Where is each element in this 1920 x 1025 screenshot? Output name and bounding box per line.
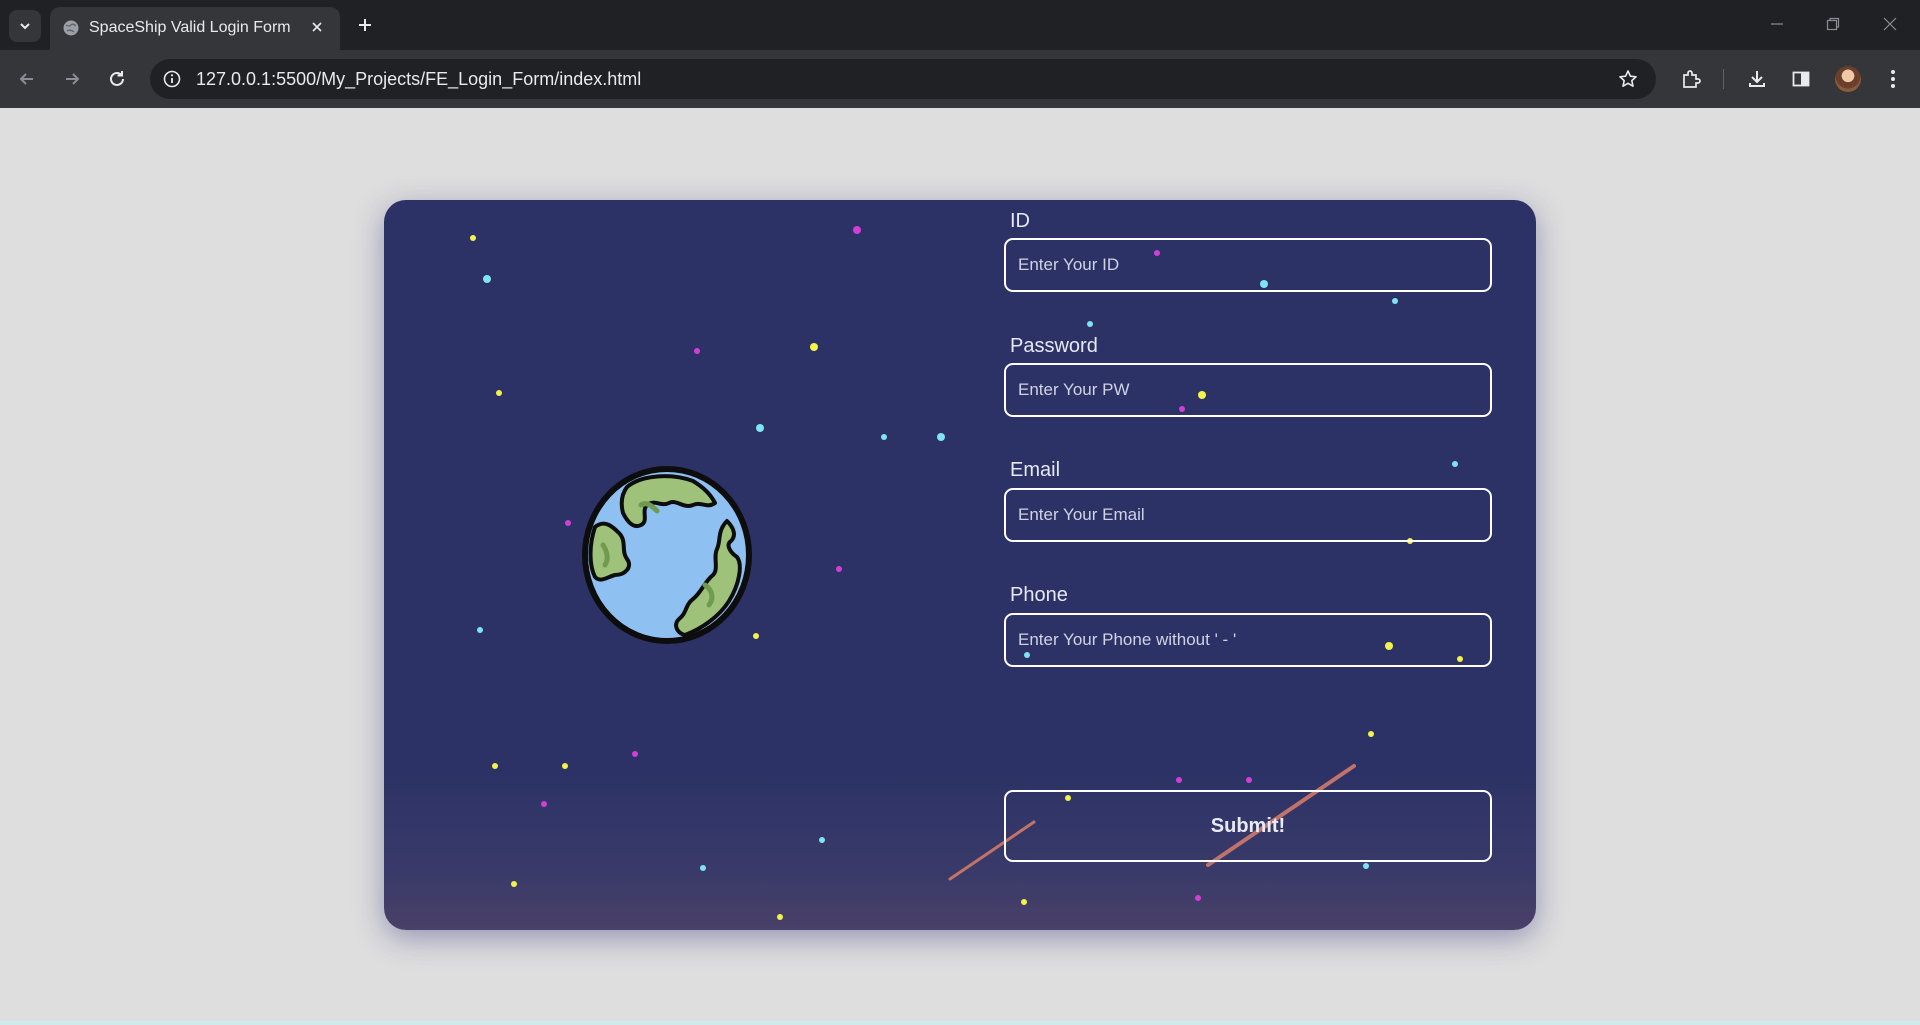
id-input[interactable] bbox=[1004, 238, 1492, 292]
star-dot bbox=[1363, 863, 1369, 869]
id-label: ID bbox=[1010, 210, 1030, 232]
star-dot bbox=[1392, 298, 1398, 304]
star-dot bbox=[756, 424, 764, 432]
minimize-icon bbox=[1771, 23, 1783, 25]
password-label: Password bbox=[1010, 335, 1098, 357]
star-dot bbox=[753, 633, 759, 639]
side-panel-icon bbox=[1792, 71, 1810, 87]
phone-label: Phone bbox=[1010, 584, 1068, 606]
star-dot bbox=[541, 801, 547, 807]
address-bar[interactable]: 127.0.0.1:5500/My_Projects/FE_Login_Form… bbox=[150, 59, 1656, 99]
tab-close-button[interactable] bbox=[306, 16, 328, 38]
login-card: ID Password Email Phone Submit! bbox=[384, 200, 1536, 930]
tab-strip: SpaceShip Valid Login Form bbox=[0, 0, 1920, 50]
restore-icon bbox=[1826, 17, 1840, 31]
earth-icon bbox=[582, 466, 752, 644]
download-icon bbox=[1749, 71, 1765, 87]
site-info-button[interactable] bbox=[160, 67, 184, 91]
star-dot bbox=[810, 343, 818, 351]
star-dot bbox=[1176, 777, 1182, 783]
star-dot bbox=[1021, 899, 1027, 905]
star-dot bbox=[694, 348, 700, 354]
downloads-button[interactable] bbox=[1741, 63, 1773, 95]
reload-button[interactable] bbox=[101, 63, 133, 95]
reload-icon bbox=[110, 71, 124, 86]
info-icon bbox=[163, 70, 181, 88]
plus-icon bbox=[359, 19, 371, 31]
star-dot bbox=[836, 566, 842, 572]
extensions-button[interactable] bbox=[1675, 63, 1707, 95]
toolbar-separator bbox=[1723, 69, 1724, 89]
page-bottom-edge bbox=[0, 1021, 1920, 1025]
email-label: Email bbox=[1010, 459, 1061, 481]
back-arrow-icon bbox=[19, 73, 33, 85]
close-window-button[interactable] bbox=[1870, 8, 1910, 40]
star-dot bbox=[777, 914, 783, 920]
extensions-icon bbox=[1683, 70, 1701, 88]
back-button[interactable] bbox=[11, 63, 43, 95]
url-text[interactable]: 127.0.0.1:5500/My_Projects/FE_Login_Form… bbox=[196, 69, 641, 90]
star-dot bbox=[492, 763, 498, 769]
star-icon bbox=[1619, 70, 1637, 87]
side-panel-button[interactable] bbox=[1785, 63, 1817, 95]
star-dot bbox=[1246, 777, 1252, 783]
star-dot bbox=[1087, 321, 1093, 327]
star-dot bbox=[483, 275, 491, 283]
more-vert-icon bbox=[1891, 70, 1895, 88]
browser-tab[interactable]: SpaceShip Valid Login Form bbox=[50, 7, 340, 50]
tab-title: SpaceShip Valid Login Form bbox=[89, 19, 291, 36]
star-dot bbox=[496, 390, 502, 396]
star-dot bbox=[511, 881, 517, 887]
forward-arrow-icon bbox=[66, 73, 80, 85]
star-dot bbox=[565, 520, 571, 526]
star-dot bbox=[1368, 731, 1374, 737]
phone-input[interactable] bbox=[1004, 613, 1492, 667]
star-dot bbox=[470, 235, 476, 241]
star-dot bbox=[819, 837, 825, 843]
star-dot bbox=[477, 627, 483, 633]
email-input[interactable] bbox=[1004, 488, 1492, 542]
tab-search-button[interactable] bbox=[9, 10, 41, 42]
restore-button[interactable] bbox=[1813, 8, 1853, 40]
star-dot bbox=[853, 226, 861, 234]
forward-button[interactable] bbox=[56, 63, 88, 95]
close-icon bbox=[312, 22, 322, 32]
password-input[interactable] bbox=[1004, 363, 1492, 417]
close-window-icon bbox=[1883, 17, 1897, 31]
submit-button[interactable]: Submit! bbox=[1004, 790, 1492, 862]
minimize-button[interactable] bbox=[1757, 8, 1797, 40]
bookmark-button[interactable] bbox=[1616, 67, 1640, 91]
star-dot bbox=[937, 433, 945, 441]
star-dot bbox=[562, 763, 568, 769]
star-dot bbox=[881, 434, 887, 440]
avatar[interactable] bbox=[1835, 66, 1861, 92]
menu-button[interactable] bbox=[1877, 63, 1909, 95]
star-dot bbox=[632, 751, 638, 757]
star-dot bbox=[1452, 461, 1458, 467]
globe-icon bbox=[63, 20, 79, 36]
star-dot bbox=[700, 865, 706, 871]
browser-toolbar: 127.0.0.1:5500/My_Projects/FE_Login_Form… bbox=[0, 50, 1920, 108]
star-dot bbox=[1195, 895, 1201, 901]
chevron-down-icon bbox=[20, 23, 30, 30]
new-tab-button[interactable] bbox=[352, 12, 378, 38]
